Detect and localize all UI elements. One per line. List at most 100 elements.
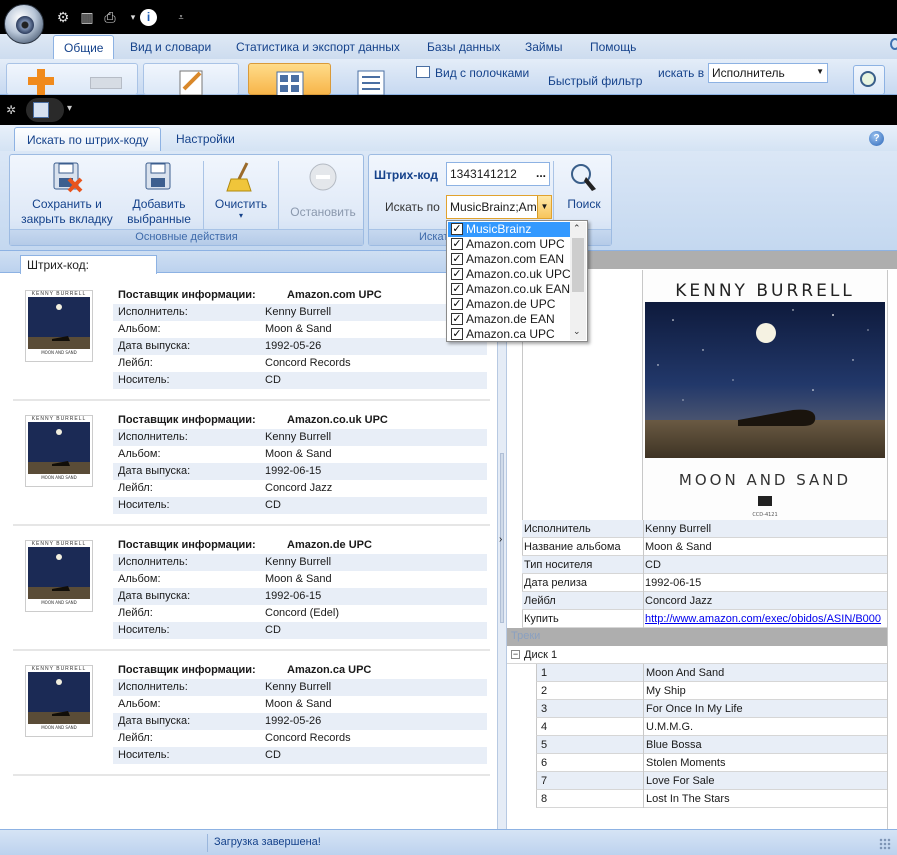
- field-value: 1992-05-26: [265, 340, 322, 352]
- details-row: Купить http://www.amazon.com/exec/obidos/…: [522, 610, 888, 628]
- dropdown-item-label: Amazon.com UPC: [466, 237, 565, 251]
- field-key: Исполнитель:: [118, 306, 188, 318]
- collapse-icon[interactable]: −: [511, 650, 520, 659]
- results-list[interactable]: KENNY BURRELL MOON AND SAND Поставщик инфо…: [0, 274, 497, 829]
- checkbox-icon[interactable]: ✓: [451, 223, 463, 235]
- view-shelves-button[interactable]: Вид с полочками: [435, 66, 529, 80]
- main-tab-stats[interactable]: Статистика и экспорт данных: [236, 40, 400, 54]
- checkbox-icon[interactable]: ✓: [451, 268, 463, 280]
- result-item[interactable]: KENNY BURRELL MOON AND SAND Поставщик инфо…: [13, 657, 490, 771]
- thumbnail-art: MOON AND SAND: [28, 297, 90, 355]
- app-icon: ✲: [6, 103, 17, 117]
- field-key: Носитель:: [118, 499, 170, 511]
- magnifier-icon: [860, 71, 876, 87]
- buy-link[interactable]: http://www.amazon.com/exec/obidos/ASIN/B…: [645, 610, 881, 628]
- dropdown-item[interactable]: ✓ Amazon.ca UPC: [448, 327, 570, 342]
- column-divider: [643, 682, 644, 700]
- track-title: Stolen Moments: [646, 757, 726, 769]
- main-tab-general[interactable]: Общие: [53, 35, 115, 60]
- checkbox-icon[interactable]: ✓: [451, 313, 463, 325]
- field-key: Исполнитель:: [118, 556, 188, 568]
- magnifier-button[interactable]: [853, 65, 885, 95]
- track-row[interactable]: 4 U.M.M.G.: [536, 718, 887, 736]
- checkbox-icon[interactable]: ✓: [451, 328, 463, 340]
- scroll-up-icon[interactable]: ⌃: [573, 223, 581, 234]
- document-tab[interactable]: Штрих-код: 1343141212: [20, 255, 157, 286]
- checkbox-icon[interactable]: ✓: [451, 298, 463, 310]
- save-icon[interactable]: [33, 102, 49, 118]
- dropdown-item[interactable]: ✓ Amazon.com EAN: [448, 252, 570, 267]
- browse-button[interactable]: ...: [536, 166, 546, 180]
- app-menu-button[interactable]: [4, 4, 44, 44]
- track-row[interactable]: 6 Stolen Moments: [536, 754, 887, 772]
- scroll-down-icon[interactable]: ⌄: [573, 326, 581, 337]
- result-field-row: Лейбл: Concord Jazz: [113, 480, 487, 497]
- track-row[interactable]: 3 For Once In My Life: [536, 700, 887, 718]
- dropdown-item[interactable]: ✓ MusicBrainz: [448, 222, 570, 237]
- edit-icon[interactable]: [176, 67, 206, 96]
- info-icon[interactable]: i: [140, 9, 157, 26]
- barcode-input[interactable]: 1343141212 ...: [446, 162, 550, 186]
- track-row[interactable]: 7 Love For Sale: [536, 772, 887, 790]
- track-row[interactable]: 5 Blue Bossa: [536, 736, 887, 754]
- clear-button[interactable]: Очистить ▾: [209, 161, 273, 220]
- result-item[interactable]: KENNY BURRELL MOON AND SAND Поставщик инфо…: [13, 532, 490, 646]
- search-by-label: Искать по: [385, 200, 440, 214]
- list-view-icon[interactable]: [356, 69, 386, 96]
- tab-settings[interactable]: Настройки: [176, 132, 235, 146]
- field-value: Kenny Burrell: [265, 306, 332, 318]
- result-item[interactable]: KENNY BURRELL MOON AND SAND Поставщик инфо…: [13, 407, 490, 521]
- main-tab-loans[interactable]: Займы: [525, 40, 563, 54]
- add-selected-button[interactable]: Добавить выбранные: [124, 161, 194, 227]
- add-icon[interactable]: [26, 67, 56, 95]
- chevron-right-icon[interactable]: ›: [499, 534, 502, 545]
- customize-qat-icon[interactable]: ▾: [67, 103, 72, 114]
- provider-key: Поставщик информации:: [118, 289, 256, 301]
- field-value: 1992-06-15: [265, 590, 322, 602]
- scrollbar-thumb[interactable]: [572, 238, 584, 292]
- track-row[interactable]: 8 Lost In The Stars: [536, 790, 887, 808]
- dropdown-item[interactable]: ✓ Amazon.com UPC: [448, 237, 570, 252]
- result-item[interactable]: KENNY BURRELL MOON AND SAND Поставщик инфо…: [13, 282, 490, 396]
- search-by-dropdown[interactable]: ✓ MusicBrainz ✓ Amazon.com UPC ✓ Amazon.com E…: [446, 220, 588, 342]
- main-tab-databases[interactable]: Базы данных: [427, 40, 500, 54]
- separator: [278, 161, 279, 231]
- placeholder-icon[interactable]: [90, 77, 122, 89]
- field-key: Носитель:: [118, 374, 170, 386]
- dropdown-item-label: Amazon.ca UPC: [466, 327, 555, 341]
- resize-grip-icon[interactable]: [879, 838, 891, 850]
- checkbox-icon[interactable]: ✓: [451, 238, 463, 250]
- result-separator: [13, 399, 490, 401]
- dropdown-scrollbar[interactable]: ⌃ ⌄: [570, 222, 586, 340]
- track-row[interactable]: 2 My Ship: [536, 682, 887, 700]
- chart-icon[interactable]: ▥: [78, 8, 96, 26]
- stop-button[interactable]: Остановить: [284, 161, 362, 220]
- print-icon[interactable]: ⎙: [101, 8, 119, 26]
- track-row[interactable]: 1 Moon And Sand: [536, 664, 887, 682]
- dropdown-item[interactable]: ✓ Amazon.co.uk UPC: [448, 267, 571, 282]
- disc-row[interactable]: − Диск 1: [507, 646, 887, 664]
- chevron-down-icon[interactable]: ▼: [537, 196, 551, 218]
- track-number: 7: [541, 775, 548, 787]
- main-tab-view[interactable]: Вид и словари: [130, 40, 211, 54]
- dropdown-item[interactable]: ✓ Amazon.de EAN: [448, 312, 570, 327]
- checkbox-icon[interactable]: ✓: [451, 253, 463, 265]
- search-by-select[interactable]: MusicBrainz;Am ▼: [446, 195, 552, 219]
- save-close-button[interactable]: Сохранить и закрыть вкладку: [17, 161, 117, 227]
- tab-search-barcode[interactable]: Искать по штрих-коду: [14, 127, 162, 152]
- main-help-icon[interactable]: [890, 38, 897, 50]
- customize-qat-icon[interactable]: ⩡: [172, 8, 190, 26]
- field-value: 1992-05-26: [265, 715, 322, 727]
- barcode-value: 1343141212: [450, 167, 517, 181]
- checkbox-icon[interactable]: ✓: [451, 283, 463, 295]
- dropdown-item[interactable]: ✓ Amazon.de UPC: [448, 297, 570, 312]
- settings-icon[interactable]: ⚙: [54, 8, 72, 26]
- search-button[interactable]: Поиск: [561, 161, 607, 212]
- result-field-row: Лейбл: Concord Records: [113, 355, 487, 372]
- help-icon[interactable]: ?: [869, 131, 884, 146]
- main-tab-help[interactable]: Помощь: [590, 40, 636, 54]
- provider-row: Поставщик информации: Amazon.co.uk UPC: [113, 412, 487, 429]
- dropdown-item[interactable]: ✓ Amazon.co.uk EAN: [448, 282, 570, 297]
- shelf-view-button[interactable]: [248, 63, 331, 96]
- search-in-select[interactable]: Исполнитель ▼: [708, 63, 828, 83]
